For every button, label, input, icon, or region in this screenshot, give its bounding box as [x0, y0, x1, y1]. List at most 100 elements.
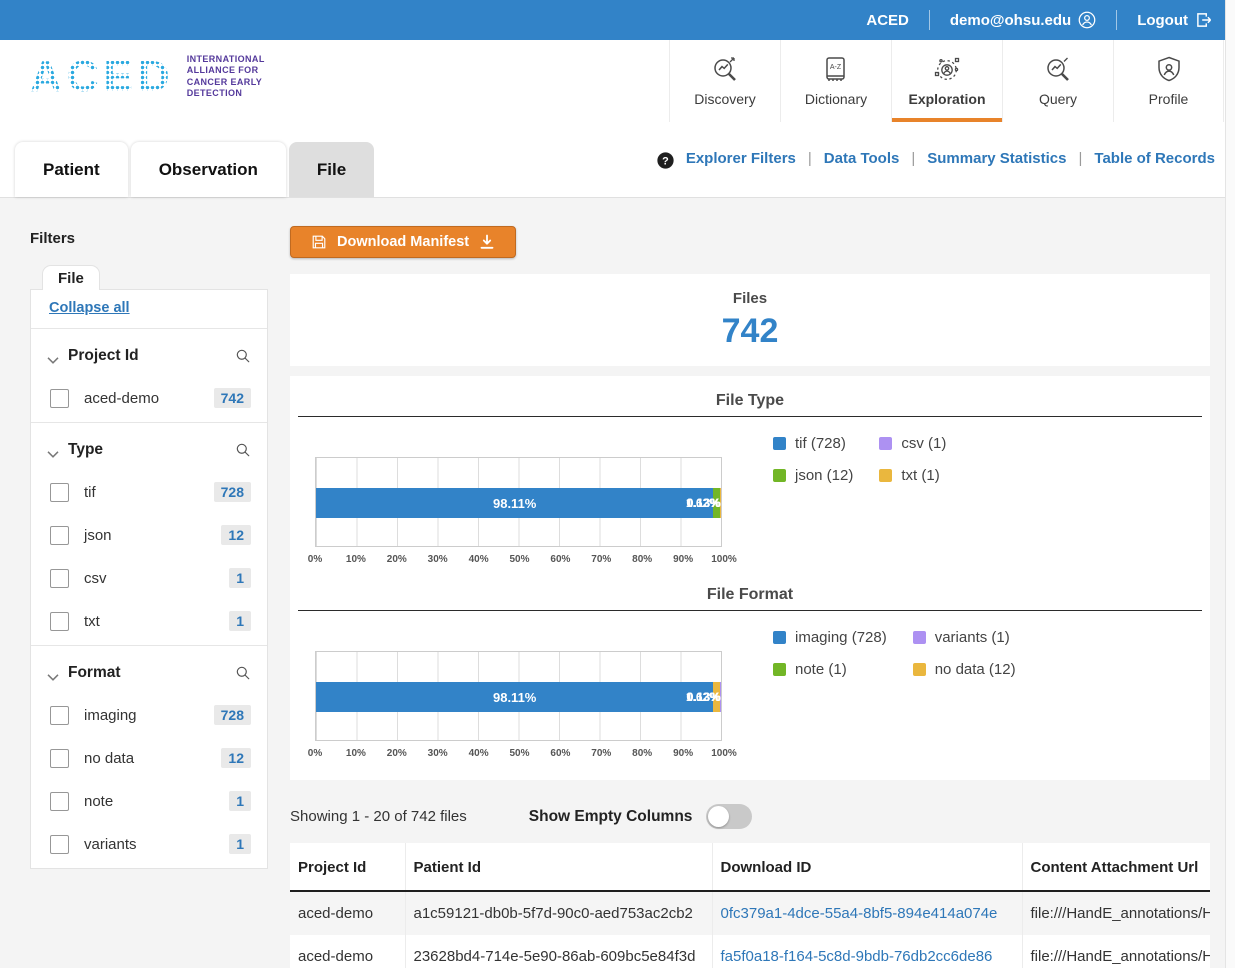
- nav-item-exploration[interactable]: Exploration: [891, 40, 1002, 122]
- filter-checkbox[interactable]: [50, 389, 69, 408]
- chart-x-axis: 0%10%20%30%40%50%60%70%80%90%100%: [315, 554, 724, 570]
- download-arrow-icon: [479, 234, 495, 250]
- axis-tick-label: 40%: [469, 554, 489, 565]
- tab-patient[interactable]: Patient: [15, 142, 128, 197]
- table-cell: a1c59121-db0b-5f7d-90c0-aed753ac2cb2: [405, 891, 712, 935]
- show-empty-columns-toggle[interactable]: [706, 804, 752, 829]
- svg-text:A-Z: A-Z: [830, 64, 842, 71]
- column-header-project-id[interactable]: Project Id: [290, 843, 405, 891]
- stacked-bar: 98.11%1.62%0.13%0.13%: [316, 488, 721, 518]
- nav-item-dictionary[interactable]: A-Z Dictionary: [780, 40, 891, 122]
- filter-option-tif[interactable]: tif728: [50, 482, 251, 502]
- nav-item-profile[interactable]: Profile: [1113, 40, 1224, 122]
- tab-file[interactable]: File: [289, 142, 374, 197]
- filter-checkbox[interactable]: [50, 526, 69, 545]
- axis-tick-label: 30%: [428, 554, 448, 565]
- chart-legend: tif (728)csv (1)json (12)txt (1): [773, 417, 946, 570]
- stacked-bar: 98.11%1.62%0.13%0.13%: [316, 682, 721, 712]
- collapse-all-link[interactable]: Collapse all: [31, 290, 267, 328]
- aced-logo[interactable]: ACED INTERNATIONAL ALLIANCE FOR CANCER E…: [30, 54, 265, 99]
- legend-item: imaging (728): [773, 629, 887, 646]
- bar-segment-imaging[interactable]: 98.11%: [316, 682, 713, 712]
- bar-segment-txt[interactable]: [720, 488, 721, 518]
- user-email-label: demo@ohsu.edu: [950, 12, 1071, 29]
- chart-plot: 98.11%1.62%0.13%0.13%: [315, 651, 722, 741]
- question-icon[interactable]: ?: [657, 152, 674, 169]
- link-separator: |: [808, 150, 812, 167]
- files-summary-count: 742: [722, 312, 779, 351]
- filter-option-count: 728: [214, 482, 251, 502]
- filters-file-tab[interactable]: File: [42, 265, 100, 290]
- toolbar-link-summary-statistics[interactable]: Summary Statistics: [927, 150, 1066, 167]
- filter-option-no-data[interactable]: no data12: [50, 748, 251, 768]
- bar-segment-tif[interactable]: 98.11%: [316, 488, 713, 518]
- axis-tick-label: 70%: [591, 748, 611, 759]
- axis-tick-label: 10%: [346, 554, 366, 565]
- filter-section-header[interactable]: Format: [47, 664, 251, 682]
- filter-checkbox[interactable]: [50, 792, 69, 811]
- filter-option-count: 742: [214, 388, 251, 408]
- column-header-download-id[interactable]: Download ID: [712, 843, 1022, 891]
- filter-section-header[interactable]: Project Id: [47, 347, 251, 365]
- filter-option-csv[interactable]: csv1: [50, 568, 251, 588]
- column-header-content-attachment-url[interactable]: Content Attachment Url: [1022, 843, 1210, 891]
- bar-segment-label: 98.11%: [493, 690, 536, 705]
- toolbar-link-explorer-filters[interactable]: Explorer Filters: [686, 150, 796, 167]
- legend-label: tif (728): [795, 435, 846, 452]
- logout-button[interactable]: Logout: [1137, 11, 1213, 29]
- legend-label: no data (12): [935, 661, 1016, 678]
- axis-tick-label: 100%: [711, 554, 737, 565]
- nav-item-query[interactable]: Query: [1002, 40, 1113, 122]
- filters-sidebar: Filters File Collapse all Project Idaced…: [30, 226, 268, 968]
- axis-tick-label: 40%: [469, 748, 489, 759]
- filter-checkbox[interactable]: [50, 835, 69, 854]
- table-header-row: Project IdPatient IdDownload IDContent A…: [290, 843, 1210, 891]
- charts-card: File Type98.11%1.62%0.13%0.13%0%10%20%30…: [290, 376, 1210, 780]
- filter-checkbox[interactable]: [50, 706, 69, 725]
- link-separator: |: [911, 150, 915, 167]
- filter-option-note[interactable]: note1: [50, 791, 251, 811]
- page-scrollbar[interactable]: [1225, 0, 1235, 968]
- filter-option-imaging[interactable]: imaging728: [50, 705, 251, 725]
- filter-checkbox[interactable]: [50, 569, 69, 588]
- tab-observation[interactable]: Observation: [131, 142, 286, 197]
- download-id-link[interactable]: 0fc379a1-4dce-55a4-8bf5-894e414a074e: [712, 891, 1022, 935]
- filter-section-header[interactable]: Type: [47, 441, 251, 459]
- filter-section-label: Format: [68, 664, 235, 682]
- axis-tick-label: 20%: [387, 554, 407, 565]
- search-icon[interactable]: [235, 665, 251, 681]
- nav-item-label: Dictionary: [805, 91, 867, 107]
- download-id-link[interactable]: fa5f0a18-f164-5c8d-9bdb-76db2cc6de86: [712, 935, 1022, 968]
- search-icon[interactable]: [235, 442, 251, 458]
- chevron-down-icon: [47, 352, 59, 361]
- chart-body: 98.11%1.62%0.13%0.13%0%10%20%30%40%50%60…: [290, 611, 1210, 770]
- toolbar-link-table-of-records[interactable]: Table of Records: [1094, 150, 1215, 167]
- filter-option-aced-demo[interactable]: aced-demo742: [50, 388, 251, 408]
- download-manifest-button[interactable]: Download Manifest: [290, 226, 516, 258]
- explorer-main: Download Manifest Files 742 File Type98.…: [290, 226, 1210, 968]
- search-icon[interactable]: [235, 348, 251, 364]
- filter-option-json[interactable]: json12: [50, 525, 251, 545]
- filter-option-txt[interactable]: txt1: [50, 611, 251, 631]
- topbar-brand-label: ACED: [866, 12, 909, 29]
- bar-segment-variants[interactable]: [720, 682, 721, 712]
- filter-checkbox[interactable]: [50, 749, 69, 768]
- axis-tick-label: 0%: [308, 554, 322, 565]
- column-header-patient-id[interactable]: Patient Id: [405, 843, 712, 891]
- axis-tick-label: 30%: [428, 748, 448, 759]
- profile-shield-icon: [1154, 55, 1184, 85]
- person-circle-icon: [1078, 11, 1096, 29]
- filter-section-project-id: Project Id aced-demo742: [31, 329, 267, 422]
- filter-option-variants[interactable]: variants1: [50, 834, 251, 854]
- filter-checkbox[interactable]: [50, 483, 69, 502]
- table-cell: file:///HandE_annotations/H: [1022, 935, 1210, 968]
- toolbar-link-data-tools[interactable]: Data Tools: [824, 150, 900, 167]
- topbar-brand-link[interactable]: ACED: [866, 12, 909, 29]
- nav-item-discovery[interactable]: Discovery: [669, 40, 780, 122]
- user-email-link[interactable]: demo@ohsu.edu: [950, 11, 1096, 29]
- legend-swatch: [879, 469, 892, 482]
- axis-tick-label: 50%: [509, 748, 529, 759]
- chevron-down-icon: [47, 669, 59, 678]
- svg-text:?: ?: [662, 155, 669, 167]
- filter-checkbox[interactable]: [50, 612, 69, 631]
